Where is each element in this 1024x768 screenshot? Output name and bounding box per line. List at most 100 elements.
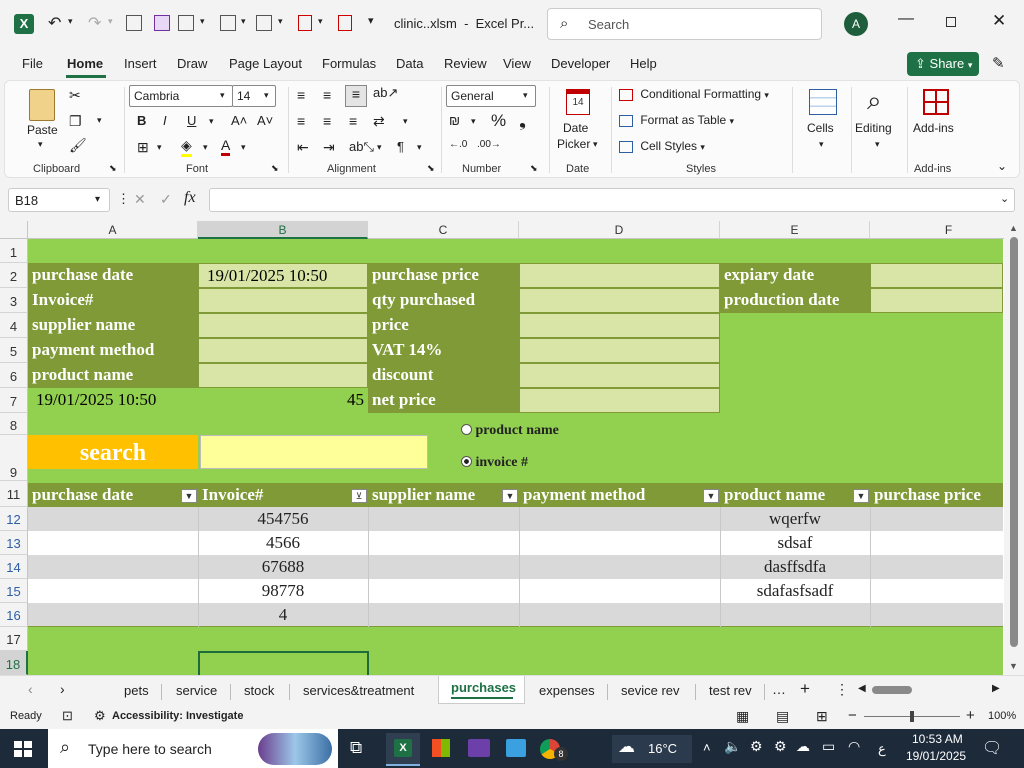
purchase-price-input[interactable]	[519, 263, 720, 288]
menu-help[interactable]: Help	[630, 56, 657, 71]
menu-home[interactable]: Home	[67, 56, 103, 71]
alignment-launcher-icon[interactable]: ⬊	[427, 163, 435, 174]
column-header-b[interactable]: B	[198, 221, 368, 239]
title-search-box[interactable]: ⌕ Search	[547, 8, 822, 40]
font-size-select[interactable]: 14 ▾	[232, 85, 276, 107]
row-header-18[interactable]: 18	[0, 651, 28, 675]
mail-icon[interactable]	[468, 739, 490, 757]
battery-icon[interactable]: ▭	[822, 738, 835, 755]
rtl-icon[interactable]: ¶	[397, 139, 404, 154]
row-header-3[interactable]: 3	[0, 288, 28, 313]
underline-icon[interactable]: U	[187, 113, 196, 128]
font-color-icon[interactable]: A	[221, 137, 231, 156]
undo-dropdown-icon[interactable]: ▾	[68, 16, 73, 27]
chrome-icon[interactable]: 8	[540, 739, 568, 761]
filter-applied-icon[interactable]: ⊻	[351, 489, 367, 503]
taskbar-search-box[interactable]: ⌕ Type here to search	[48, 729, 338, 768]
menu-draw[interactable]: Draw	[177, 56, 207, 71]
accessibility-icon[interactable]: ⚙	[94, 708, 106, 724]
text-direction-icon[interactable]: ab⤡	[349, 139, 374, 155]
increase-font-icon[interactable]: A˄	[231, 113, 247, 128]
clock-date[interactable]: 19/01/2025	[906, 749, 966, 763]
format-as-table-button[interactable]: Format as Table ▾	[619, 113, 734, 127]
font-name-select[interactable]: Cambria ▾	[129, 85, 233, 107]
tab-expenses[interactable]: expenses	[539, 683, 595, 698]
increase-decimal-icon[interactable]: ←.0	[449, 139, 467, 150]
onedrive-icon[interactable]: ☁	[796, 738, 810, 755]
paste-label[interactable]: Paste	[27, 123, 58, 137]
column-header-f[interactable]: F	[870, 221, 1024, 239]
page-break-view-icon[interactable]: ⊞	[816, 708, 828, 725]
expand-formula-icon[interactable]: ⌄	[1000, 192, 1009, 205]
horizontal-scrollbar-thumb[interactable]	[872, 686, 912, 694]
add-sheet-icon[interactable]: +	[800, 679, 810, 699]
row-header-8[interactable]: 8	[0, 413, 28, 435]
notifications-icon[interactable]: 🗨	[982, 738, 1002, 758]
align-left-icon[interactable]: ≡	[297, 113, 305, 129]
search-input[interactable]	[200, 435, 428, 469]
wifi-icon[interactable]: ◠	[848, 738, 860, 755]
scroll-tabs-right-icon[interactable]: ›	[60, 681, 65, 697]
share-button[interactable]: ⇪ Share ▾	[907, 52, 979, 76]
zoom-level[interactable]: 100%	[988, 710, 1016, 722]
number-launcher-icon[interactable]: ⬊	[530, 163, 538, 174]
column-header-c[interactable]: C	[368, 221, 519, 239]
vertical-scrollbar[interactable]: ▲ ▼	[1004, 221, 1024, 675]
tab-services-treatment[interactable]: services&treatment	[303, 683, 414, 698]
customize-qat-icon[interactable]: ▾	[368, 14, 374, 27]
store-icon[interactable]	[432, 739, 450, 757]
formula-input[interactable]: ⌄	[209, 188, 1015, 212]
fill-color-icon[interactable]: ◈	[181, 137, 192, 157]
qty-purchased-input[interactable]	[519, 288, 720, 313]
avatar[interactable]: A	[844, 12, 868, 36]
zoom-slider[interactable]	[864, 711, 960, 722]
comments-icon[interactable]: ✎	[992, 54, 1005, 72]
menu-review[interactable]: Review	[444, 56, 487, 71]
row-header-16[interactable]: 16	[0, 603, 28, 627]
app-icon[interactable]	[506, 739, 526, 757]
font-color-dropdown-icon[interactable]: ▾	[241, 142, 246, 153]
row-header-14[interactable]: 14	[0, 555, 28, 579]
filter-dropdown-icon[interactable]: ▼	[181, 489, 197, 503]
more-tabs-icon[interactable]: …	[772, 681, 786, 697]
italic-icon[interactable]: I	[163, 113, 167, 128]
cells-button[interactable]: Cells ▾	[801, 87, 845, 157]
close-icon[interactable]: ✕	[992, 11, 1006, 31]
borders-dropdown-icon[interactable]: ▾	[157, 142, 162, 153]
row-header-12[interactable]: 12	[0, 507, 28, 531]
align-bottom-icon[interactable]: ≡	[345, 85, 367, 107]
purchase-date-input[interactable]: 19/01/2025 10:50	[198, 263, 368, 288]
radio-product-name[interactable]: product name	[461, 423, 559, 439]
align-right-icon[interactable]: ≡	[349, 113, 357, 129]
normal-view-icon[interactable]: ▦	[736, 708, 749, 725]
radio-invoice[interactable]: invoice #	[461, 455, 528, 471]
menu-file[interactable]: File	[22, 56, 43, 71]
cut-icon[interactable]: ✂	[69, 87, 81, 104]
font-launcher-icon[interactable]: ⬊	[271, 163, 279, 174]
column-header-a[interactable]: A	[28, 221, 198, 239]
tab-pets[interactable]: pets	[124, 683, 149, 698]
quick-access-icon-2[interactable]	[220, 15, 236, 31]
price-input[interactable]	[519, 313, 720, 338]
tab-sevice-rev[interactable]: sevice rev	[621, 683, 680, 698]
weather-widget[interactable]: ☁ 16°C	[612, 735, 692, 763]
paste-dropdown-icon[interactable]: ▾	[38, 139, 43, 150]
row-header-15[interactable]: 15	[0, 579, 28, 603]
menu-insert[interactable]: Insert	[124, 56, 157, 71]
increase-indent-icon[interactable]: ⇥	[323, 139, 335, 156]
menu-developer[interactable]: Developer	[551, 56, 610, 71]
tab-test-rev[interactable]: test rev	[709, 683, 752, 698]
number-format-select[interactable]: General ▾	[446, 85, 536, 107]
row-header-1[interactable]: 1	[0, 239, 28, 263]
dropdown-icon[interactable]: ▾	[200, 16, 205, 27]
tabs-options-icon[interactable]: ⋮	[835, 681, 849, 698]
orientation-icon[interactable]: ab↗	[373, 85, 398, 101]
scroll-up-icon[interactable]: ▲	[1009, 223, 1018, 233]
percent-icon[interactable]: %	[491, 111, 506, 131]
zoom-in-icon[interactable]: +	[966, 707, 975, 724]
quick-access-icon-3[interactable]	[256, 15, 272, 31]
minimize-icon[interactable]: —	[898, 10, 914, 28]
excel-taskbar-icon[interactable]: X	[386, 733, 420, 766]
tray-icon-2[interactable]: ⚙	[774, 738, 787, 755]
expiry-date-input[interactable]	[870, 263, 1003, 288]
